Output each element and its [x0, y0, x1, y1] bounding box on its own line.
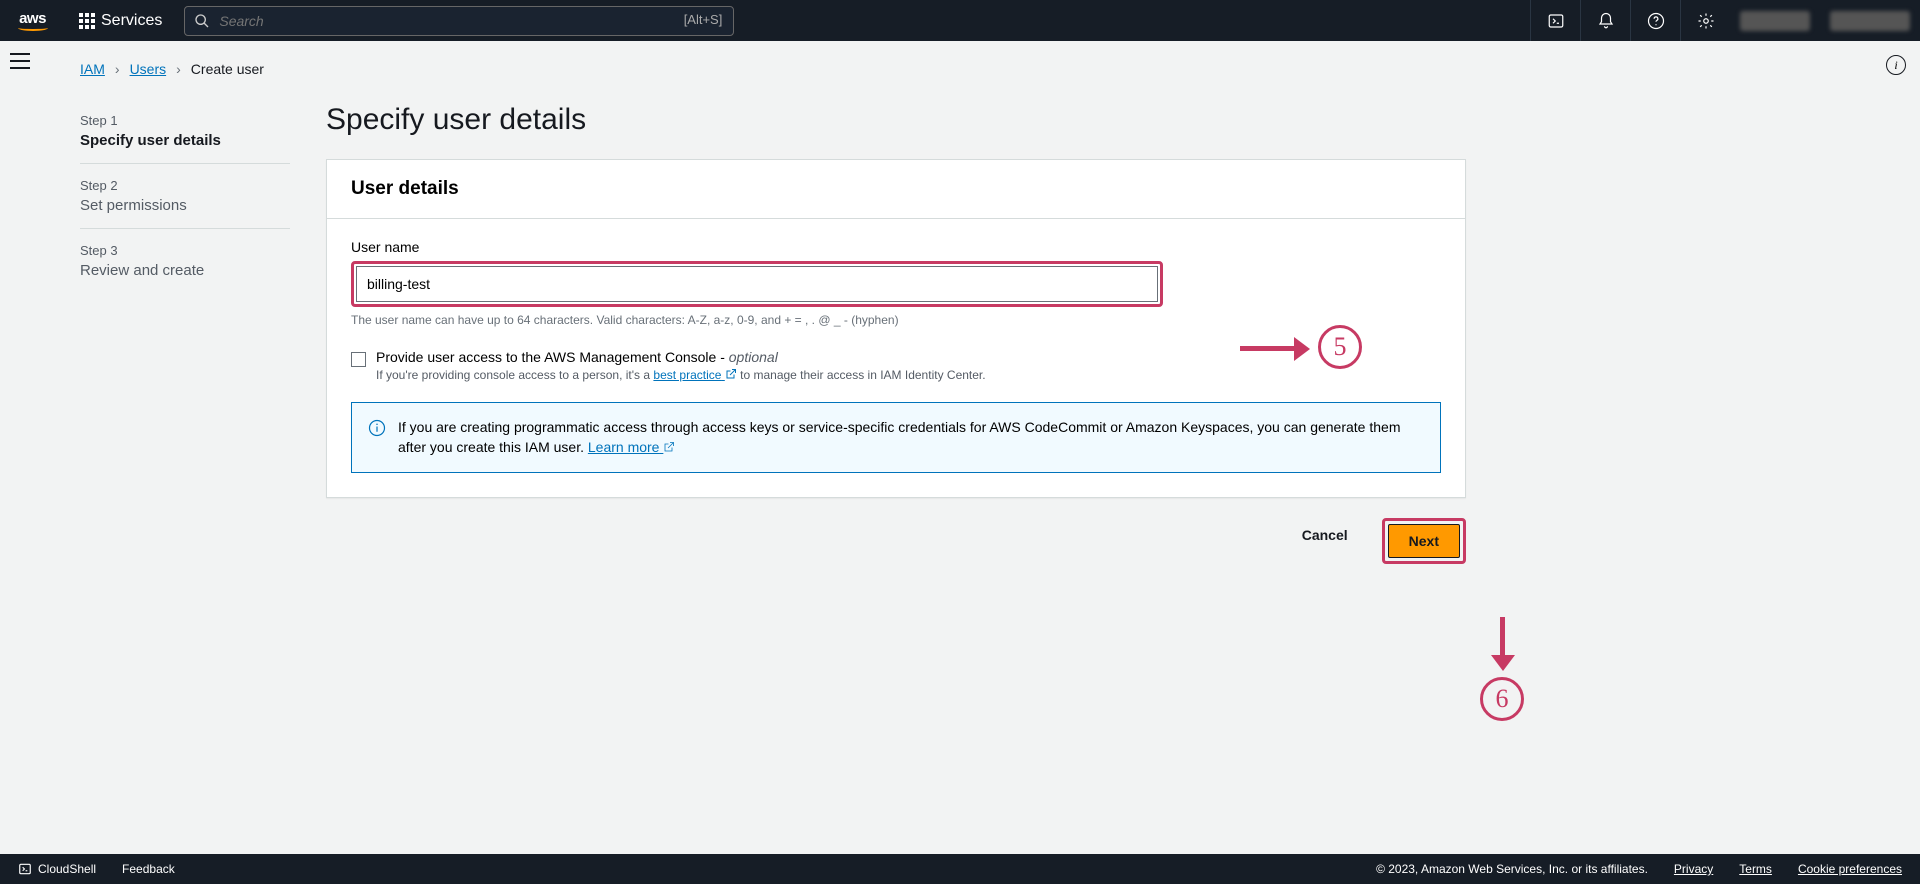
cloudshell-icon: [18, 862, 32, 876]
annotation-highlight-next: Next: [1382, 518, 1466, 564]
wizard-steps: Step 1 Specify user details Step 2 Set p…: [80, 99, 290, 564]
arrow-down-icon: [1498, 617, 1506, 671]
breadcrumb-current: Create user: [191, 61, 264, 77]
cloudshell-icon[interactable]: [1530, 0, 1580, 41]
external-link-icon: [725, 368, 737, 380]
account-menu[interactable]: [1830, 11, 1910, 31]
info-icon: [368, 419, 386, 437]
page-title: Specify user details: [326, 103, 1466, 137]
terms-link[interactable]: Terms: [1739, 862, 1772, 876]
wizard-step-3[interactable]: Step 3 Review and create: [80, 229, 290, 293]
privacy-link[interactable]: Privacy: [1674, 862, 1713, 876]
services-label: Services: [101, 12, 162, 30]
services-menu[interactable]: Services: [65, 0, 176, 41]
arrow-right-icon: [1240, 343, 1310, 351]
footer: CloudShell Feedback © 2023, Amazon Web S…: [0, 854, 1920, 884]
console-access-hint: If you're providing console access to a …: [376, 368, 986, 382]
search-wrap: [Alt+S]: [184, 6, 734, 36]
chevron-right-icon: ›: [115, 61, 120, 77]
breadcrumb-iam[interactable]: IAM: [80, 61, 105, 77]
info-box: If you are creating programmatic access …: [351, 402, 1441, 473]
copyright: © 2023, Amazon Web Services, Inc. or its…: [1376, 862, 1648, 876]
next-button[interactable]: Next: [1388, 524, 1460, 558]
wizard-step-2[interactable]: Step 2 Set permissions: [80, 164, 290, 229]
wizard-step-1[interactable]: Step 1 Specify user details: [80, 99, 290, 164]
search-shortcut-hint: [Alt+S]: [684, 12, 723, 27]
annotation-highlight-username: [351, 261, 1163, 307]
notifications-icon[interactable]: [1580, 0, 1630, 41]
help-icon[interactable]: [1630, 0, 1680, 41]
username-input[interactable]: [356, 266, 1158, 302]
aws-logo[interactable]: aws: [0, 10, 65, 31]
region-selector[interactable]: [1740, 11, 1810, 31]
feedback-button[interactable]: Feedback: [122, 862, 175, 876]
top-nav: aws Services [Alt+S]: [0, 0, 1920, 41]
search-input[interactable]: [184, 6, 734, 36]
grid-icon: [79, 13, 95, 29]
cookie-preferences-link[interactable]: Cookie preferences: [1798, 862, 1902, 876]
annotation-callout-6: 6: [1480, 617, 1524, 721]
breadcrumb: IAM › Users › Create user: [80, 61, 1880, 77]
settings-icon[interactable]: [1680, 0, 1730, 41]
chevron-right-icon: ›: [176, 61, 181, 77]
username-label: User name: [351, 239, 1441, 255]
sidebar-toggle[interactable]: [10, 53, 30, 69]
annotation-callout-5: 5: [1240, 325, 1362, 369]
console-access-checkbox[interactable]: [351, 352, 366, 367]
wizard-actions: Cancel Next: [326, 518, 1466, 564]
external-link-icon: [663, 441, 675, 453]
main-content: IAM › Users › Create user Step 1 Specify…: [40, 41, 1920, 854]
search-icon: [194, 13, 210, 34]
cloudshell-button[interactable]: CloudShell: [18, 862, 96, 876]
panel-heading: User details: [327, 160, 1465, 219]
learn-more-link[interactable]: Learn more: [588, 439, 675, 455]
cancel-button[interactable]: Cancel: [1282, 518, 1368, 552]
best-practice-link[interactable]: best practice: [653, 368, 736, 382]
console-access-label: Provide user access to the AWS Managemen…: [376, 349, 986, 365]
breadcrumb-users[interactable]: Users: [130, 61, 167, 77]
